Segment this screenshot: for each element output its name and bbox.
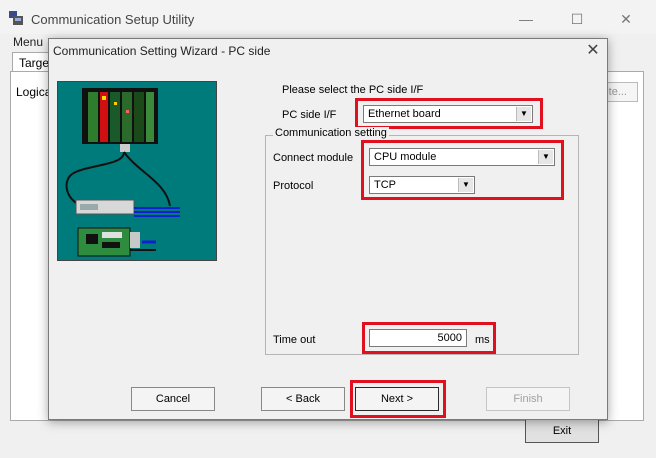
- connect-module-label: Connect module: [273, 152, 354, 164]
- protocol-label: Protocol: [273, 180, 314, 192]
- timeout-label: Time out: [273, 334, 316, 346]
- app-title: Communication Setup Utility: [31, 12, 195, 27]
- pc-connection-illustration: [57, 81, 217, 261]
- plc-network-illustration: [65, 88, 180, 257]
- menu-item-menu[interactable]: Menu: [13, 35, 43, 49]
- maximize-button[interactable]: ☐: [554, 6, 600, 32]
- back-button[interactable]: < Back: [261, 387, 345, 411]
- highlight-pc-side-if: [355, 98, 543, 129]
- finish-button[interactable]: Finish: [486, 387, 570, 411]
- select-if-prompt: Please select the PC side I/F: [282, 84, 424, 96]
- highlight-timeout: [362, 322, 496, 354]
- exit-button[interactable]: Exit: [525, 419, 599, 443]
- app-icon: [9, 11, 23, 25]
- cancel-button[interactable]: Cancel: [131, 387, 215, 411]
- close-button[interactable]: ✕: [603, 6, 649, 32]
- app-titlebar: Communication Setup Utility — ☐ ✕: [0, 0, 656, 34]
- highlight-communication-setting: [361, 140, 564, 200]
- dialog-close-button[interactable]: ✕: [583, 41, 603, 61]
- dialog-title: Communication Setting Wizard - PC side: [53, 44, 271, 58]
- dialog-titlebar: Communication Setting Wizard - PC side ✕: [49, 39, 607, 63]
- minimize-button[interactable]: —: [503, 6, 549, 32]
- pc-side-if-label: PC side I/F: [282, 109, 337, 121]
- wizard-dialog: Communication Setting Wizard - PC side ✕: [48, 38, 608, 420]
- communication-setting-title: Communication setting: [273, 127, 389, 139]
- logical-station-label: Logica: [16, 85, 52, 99]
- highlight-next: [350, 380, 446, 418]
